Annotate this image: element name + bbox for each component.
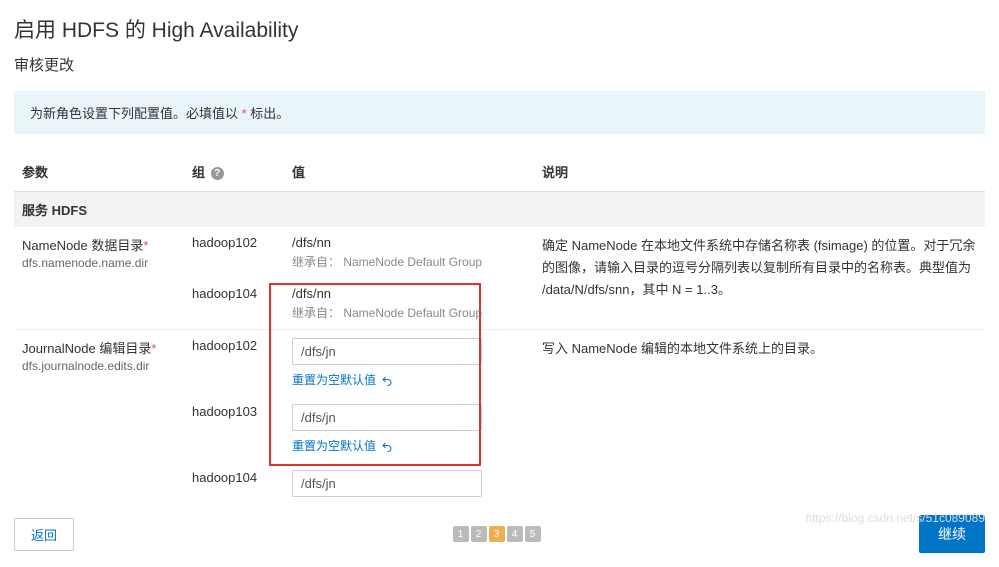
group-jn-1: hadoop103 (184, 396, 284, 462)
th-group-label: 组 (192, 165, 205, 180)
table-row: NameNode 数据目录* dfs.namenode.name.dir had… (14, 227, 985, 278)
th-group: 组 ? (184, 152, 284, 192)
config-table: 参数 组 ? 值 说明 服务 HDFS NameNode 数据目录* dfs. (14, 152, 985, 505)
value-nn-1: /dfs/nn (292, 286, 526, 301)
param-key-nn: dfs.namenode.name.dir (22, 256, 176, 270)
reset-link-1[interactable]: 重置为空默认值 (292, 437, 393, 454)
footer: 返回 1 2 3 4 5 继续 (0, 505, 999, 567)
value-nn-0: /dfs/nn (292, 235, 526, 250)
group-nn-0: hadoop102 (184, 227, 284, 278)
service-row: 服务 HDFS (14, 192, 985, 228)
input-jn-2[interactable] (292, 470, 482, 497)
inherit-nn-0: 继承自： NameNode Default Group (292, 253, 526, 270)
continue-button[interactable]: 继续 (919, 515, 985, 553)
alert-suffix: 标出。 (247, 106, 290, 121)
back-button[interactable]: 返回 (14, 518, 74, 551)
reset-link-0[interactable]: 重置为空默认值 (292, 371, 393, 388)
page-1[interactable]: 1 (453, 526, 469, 542)
info-alert: 为新角色设置下列配置值。必填值以 * 标出。 (14, 91, 985, 134)
desc-nn: 确定 NameNode 在本地文件系统中存储名称表 (fsimage) 的位置。… (542, 235, 977, 301)
input-jn-0[interactable] (292, 338, 482, 365)
table-row: JournalNode 编辑目录* dfs.journalnode.edits.… (14, 330, 985, 397)
undo-icon (381, 375, 393, 387)
page-2[interactable]: 2 (471, 526, 487, 542)
param-key-jn: dfs.journalnode.edits.dir (22, 359, 176, 373)
undo-icon (381, 441, 393, 453)
page-subtitle: 审核更改 (14, 54, 985, 75)
th-desc: 说明 (534, 152, 985, 192)
param-label-jn: JournalNode 编辑目录* (22, 338, 176, 357)
service-label: 服务 HDFS (14, 192, 985, 228)
group-jn-2: hadoop104 (184, 462, 284, 505)
page-3[interactable]: 3 (489, 526, 505, 542)
input-jn-1[interactable] (292, 404, 482, 431)
param-label-nn: NameNode 数据目录* (22, 235, 176, 254)
th-value: 值 (284, 152, 534, 192)
pager: 1 2 3 4 5 (453, 526, 541, 542)
th-param: 参数 (14, 152, 184, 192)
page-5[interactable]: 5 (525, 526, 541, 542)
group-jn-0: hadoop102 (184, 330, 284, 397)
alert-prefix: 为新角色设置下列配置值。必填值以 (30, 106, 242, 121)
desc-jn: 写入 NameNode 编辑的本地文件系统上的目录。 (542, 338, 977, 360)
page-title: 启用 HDFS 的 High Availability (14, 14, 985, 44)
group-nn-1: hadoop104 (184, 278, 284, 330)
page-4[interactable]: 4 (507, 526, 523, 542)
help-icon[interactable]: ? (211, 167, 224, 180)
inherit-nn-1: 继承自： NameNode Default Group (292, 304, 526, 321)
